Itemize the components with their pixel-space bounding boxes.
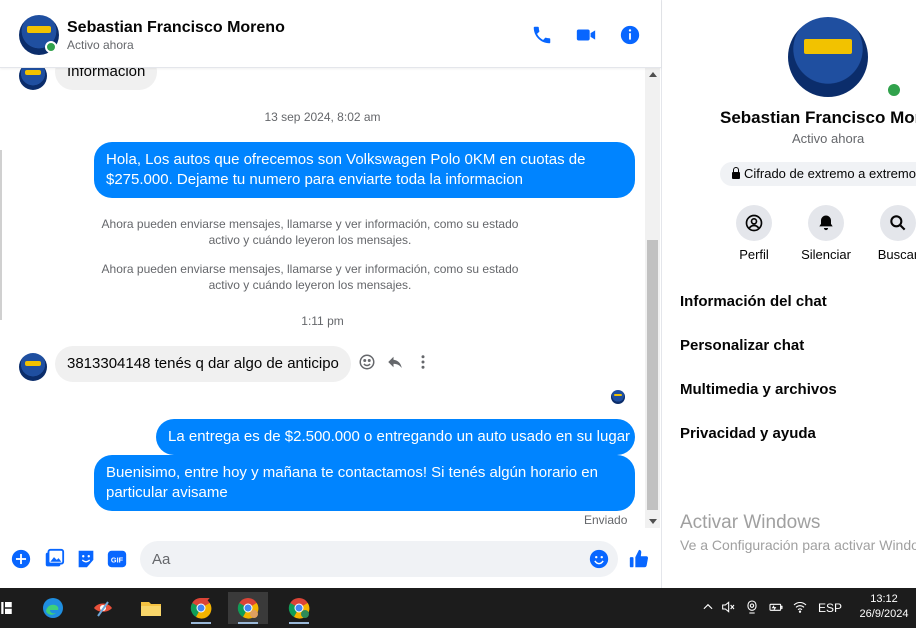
contact-avatar-large[interactable] [788,17,868,97]
incoming-message-partial: Información [55,68,158,90]
volume-muted-icon[interactable] [716,599,740,618]
contact-name[interactable]: Sebastian Francisco Moreno [67,19,285,37]
react-emoji-icon[interactable] [358,353,376,371]
emoji-icon[interactable] [588,548,610,570]
chat-info-pane: Sebastian Francisco Moreno Activo ahora … [663,0,916,588]
encryption-badge[interactable]: Cifrado de extremo a extremo [720,162,916,186]
video-call-icon[interactable] [575,24,597,46]
scroll-down-arrow[interactable] [649,519,657,524]
gif-icon[interactable]: GIF [106,548,128,570]
message-input[interactable] [152,541,582,577]
clock-time: 13:12 [870,593,898,605]
system-message: Ahora pueden enviarse mensajes, llamarse… [101,217,519,247]
search-action[interactable]: Buscar [858,205,916,262]
profile-icon[interactable] [736,205,772,241]
message-avatar [19,353,47,381]
image-icon[interactable] [43,548,65,570]
message-avatar [19,68,47,90]
info-contact-name: Sebastian Francisco Moreno [720,108,916,127]
bell-icon[interactable] [808,205,844,241]
battery-icon[interactable] [764,599,788,618]
encryption-label: Cifrado de extremo a extremo [744,166,916,181]
language-indicator[interactable]: ESP [818,601,842,615]
message-timestamp: 13 sep 2024, 8:02 am [264,110,381,124]
incoming-message[interactable]: 3813304148 tenés q dar algo de anticipo [55,346,351,382]
message-input-box[interactable] [140,541,618,577]
contact-status: Activo ahora [67,38,134,52]
phone-call-icon[interactable] [531,24,553,46]
plus-icon[interactable] [10,548,32,570]
sent-status: Enviado [584,513,628,527]
chrome-profile-icon[interactable] [279,592,319,624]
chrome-icon[interactable] [181,592,221,624]
camera-icon[interactable] [740,599,764,618]
outgoing-message[interactable]: Buenisimo, entre hoy y mañana te contact… [94,455,635,511]
message-actions [358,353,432,371]
search-icon[interactable] [880,205,916,241]
info-online-indicator [886,82,902,98]
clock-date: 26/9/2024 [859,608,909,620]
chat-header: Sebastian Francisco Moreno Activo ahora [0,0,661,68]
chevron-up-icon[interactable] [700,600,716,617]
screen: Sebastian Francisco Moreno Activo ahora … [0,0,916,628]
activation-watermark-subtitle: Ve a Configuración para activar Windows. [680,537,916,553]
search-label: Buscar [877,247,916,262]
system-message: Ahora pueden enviarse mensajes, llamarse… [101,262,519,292]
profile-action[interactable]: Perfil [714,205,794,262]
outgoing-message[interactable]: La entrega es de $2.500.000 o entregando… [156,419,635,455]
taskbar: ESP 13:12 26/9/2024 [0,588,916,628]
lock-icon [732,167,740,179]
info-contact-status: Activo ahora [792,131,865,146]
file-explorer-icon[interactable] [131,592,171,624]
more-options-icon[interactable] [414,353,432,371]
edge-browser-icon[interactable] [33,592,73,624]
chrome-profile-icon[interactable] [228,592,268,624]
mute-action[interactable]: Silenciar [786,205,866,262]
like-icon[interactable] [628,548,650,570]
mute-label: Silenciar [801,247,851,262]
chat-pane: Sebastian Francisco Moreno Activo ahora … [0,0,662,588]
menu-chat-info[interactable]: Información del chat [680,293,827,310]
composer: GIF [0,538,661,586]
menu-media-files[interactable]: Multimedia y archivos [680,381,837,398]
snipping-tool-icon[interactable] [83,592,123,624]
outgoing-message[interactable]: Hola, Los autos que ofrecemos son Volksw… [94,142,635,198]
seen-avatar [611,390,625,404]
wifi-icon[interactable] [788,599,812,618]
system-tray: ESP [700,588,842,628]
menu-customize-chat[interactable]: Personalizar chat [680,337,804,354]
menu-privacy-help[interactable]: Privacidad y ayuda [680,425,816,442]
message-list[interactable]: Información 13 sep 2024, 8:02 am Hola, L… [0,68,645,538]
activation-watermark-title: Activar Windows [680,512,821,533]
scrollbar[interactable] [645,68,660,528]
info-icon[interactable] [619,24,641,46]
scroll-thumb[interactable] [647,240,658,510]
message-timestamp: 1:11 pm [301,314,344,328]
profile-label: Perfil [739,247,769,262]
svg-text:GIF: GIF [111,556,124,565]
clock[interactable]: 13:12 26/9/2024 [852,592,916,622]
reply-icon[interactable] [386,353,404,371]
sticker-icon[interactable] [75,548,97,570]
task-view-icon[interactable] [0,592,28,624]
scroll-up-arrow[interactable] [649,72,657,77]
online-indicator [45,41,57,53]
